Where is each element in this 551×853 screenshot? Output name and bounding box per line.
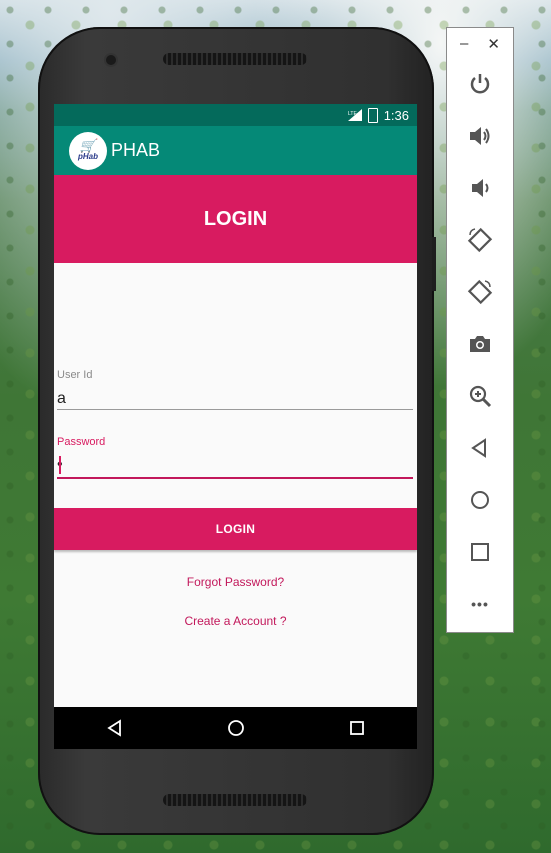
login-banner: LOGIN (54, 175, 417, 263)
minimize-button[interactable]: – (460, 35, 468, 54)
more-icon: ••• (471, 596, 489, 612)
volume-up-icon (470, 127, 490, 145)
close-button[interactable]: ✕ (487, 35, 500, 54)
login-form: User Id Password LOGIN Forgot Password? … (54, 263, 417, 705)
camera-icon (470, 336, 490, 352)
emulator-control-panel: – ✕ ••• (446, 27, 514, 633)
emulator-overview-button[interactable] (447, 534, 513, 570)
status-time: 1:36 (383, 107, 409, 123)
cart-icon: 🛒 (79, 138, 97, 153)
home-icon[interactable] (227, 719, 245, 737)
rotate-right-button[interactable] (447, 274, 513, 310)
rotate-left-button[interactable] (447, 222, 513, 258)
emulator-back-button[interactable] (447, 430, 513, 466)
create-account-link[interactable]: Create a Account ? (54, 614, 417, 628)
app-title: PHAB (111, 140, 161, 160)
screenshot-button[interactable] (447, 326, 513, 362)
bottom-speaker (163, 794, 307, 806)
front-camera (106, 55, 116, 65)
login-button[interactable]: LOGIN (54, 508, 417, 550)
volume-down-icon (472, 179, 489, 197)
password-label: Password (57, 436, 106, 448)
user-id-label: User Id (57, 369, 93, 381)
network-type: LTE (348, 111, 357, 117)
recents-icon[interactable] (348, 719, 366, 737)
overview-icon (471, 543, 489, 561)
banner-title: LOGIN (203, 207, 268, 230)
status-bar: LTE 1:36 (54, 104, 417, 126)
power-icon (470, 74, 490, 94)
back-icon[interactable] (106, 719, 124, 737)
volume-up-button[interactable] (447, 118, 513, 154)
logo-text: pHab (78, 152, 98, 161)
user-id-input[interactable] (57, 389, 413, 410)
forgot-password-link[interactable]: Forgot Password? (54, 575, 417, 589)
zoom-button[interactable] (447, 378, 513, 414)
zoom-icon (469, 385, 492, 408)
text-cursor (59, 456, 61, 474)
app-bar: 🛒 pHab PHAB (54, 126, 417, 175)
emulator-home-button[interactable] (447, 482, 513, 518)
device-screen: LTE 1:36 🛒 pHab PHAB LOGIN User Id Passw… (54, 104, 417, 749)
volume-down-button[interactable] (447, 170, 513, 206)
more-button[interactable]: ••• (447, 586, 513, 622)
top-speaker (163, 53, 307, 65)
navigation-bar (54, 707, 417, 749)
power-button[interactable] (447, 66, 513, 102)
rotate-right-icon (467, 279, 493, 305)
side-button[interactable] (432, 237, 436, 291)
window-controls: – ✕ (447, 28, 513, 54)
rotate-left-icon (467, 227, 493, 253)
home-icon (471, 491, 489, 509)
battery-icon (367, 107, 378, 123)
signal-icon: LTE (347, 109, 362, 121)
back-icon (471, 438, 486, 458)
password-input[interactable] (57, 453, 413, 479)
phone-frame: LTE 1:36 🛒 pHab PHAB LOGIN User Id Passw… (38, 27, 436, 835)
app-logo: 🛒 pHab (69, 131, 107, 170)
